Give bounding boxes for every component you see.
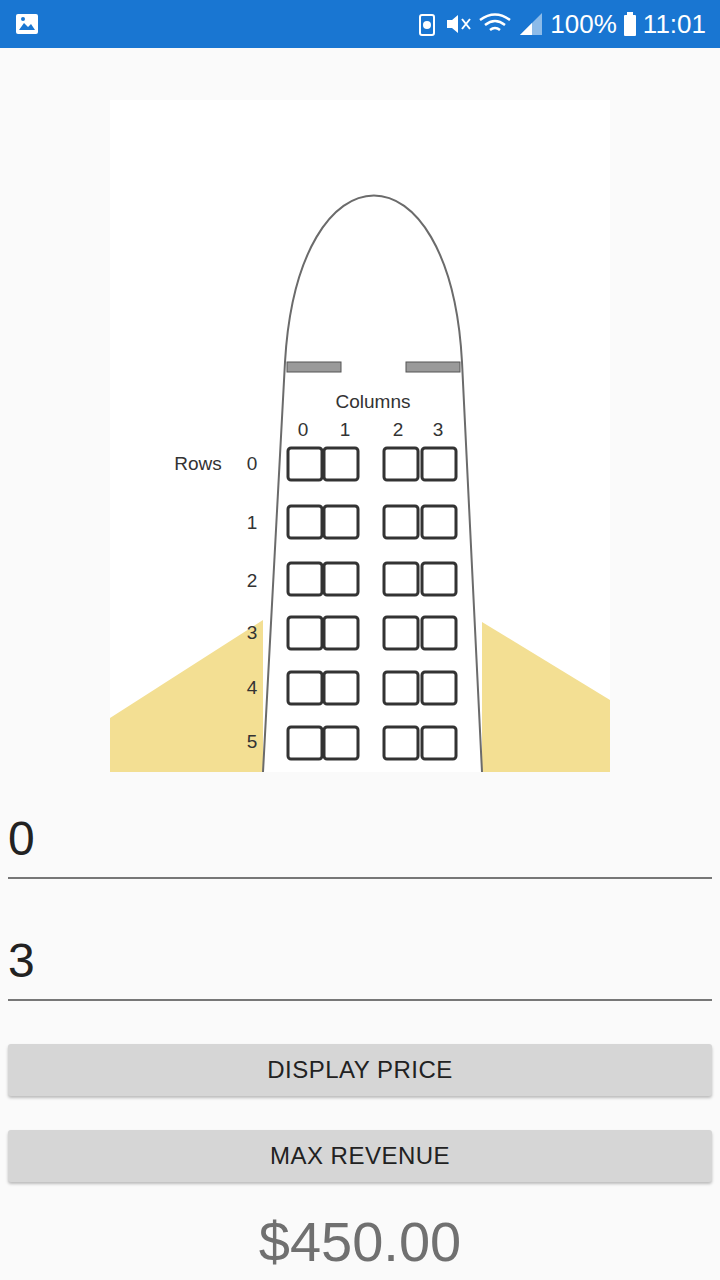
status-bar: 100% 11:01 [0, 0, 720, 48]
seat[interactable] [324, 506, 358, 538]
column-number: 2 [393, 419, 404, 440]
seat[interactable] [288, 448, 322, 480]
row-number: 4 [247, 677, 258, 698]
seat[interactable] [384, 672, 418, 704]
seat[interactable] [288, 617, 322, 649]
action-button[interactable]: MAX REVENUE [8, 1130, 712, 1182]
seat[interactable] [288, 506, 322, 538]
mute-icon [444, 11, 472, 37]
seat[interactable] [384, 563, 418, 595]
seat[interactable] [288, 563, 322, 595]
seat[interactable] [288, 672, 322, 704]
action-button[interactable]: DISPLAY PRICE [8, 1044, 712, 1096]
battery-text: 100% [550, 9, 617, 40]
number-field[interactable] [8, 790, 712, 879]
seat[interactable] [422, 563, 456, 595]
seat[interactable] [384, 727, 418, 759]
row-number: 2 [247, 570, 258, 591]
rows-label: Rows [174, 453, 222, 474]
right-door [406, 362, 460, 372]
seat[interactable] [384, 617, 418, 649]
seat[interactable] [422, 672, 456, 704]
seat[interactable] [422, 506, 456, 538]
battery-icon [623, 11, 637, 37]
row-number: 0 [247, 453, 258, 474]
column-number: 1 [340, 419, 351, 440]
seat[interactable] [324, 672, 358, 704]
gallery-icon [14, 11, 40, 37]
seat-map: Columns 0 1 2 3 Rows 0 1 2 3 4 5 [110, 100, 610, 772]
row-number: 5 [247, 731, 258, 752]
clock: 11:01 [643, 9, 706, 40]
left-door [287, 362, 341, 372]
seat[interactable] [324, 727, 358, 759]
wifi-icon [478, 11, 512, 37]
column-number: 3 [433, 419, 444, 440]
screen: 100% 11:01 Columns 0 1 2 3 Rows 0 1 2 3 4 5 DISPLAY PR… [0, 0, 720, 1280]
right-wing [482, 622, 610, 772]
battery-saver-icon [416, 11, 438, 37]
number-field[interactable] [8, 912, 712, 1001]
signal-icon [518, 11, 544, 37]
columns-label: Columns [336, 391, 411, 412]
seat[interactable] [324, 448, 358, 480]
fuselage [263, 196, 482, 773]
column-number: 0 [298, 419, 309, 440]
seat[interactable] [324, 617, 358, 649]
price-text: $450.00 [0, 1210, 720, 1274]
seat[interactable] [384, 506, 418, 538]
seat[interactable] [422, 617, 456, 649]
seat[interactable] [288, 727, 322, 759]
seat[interactable] [384, 448, 418, 480]
seat[interactable] [422, 448, 456, 480]
seat[interactable] [422, 727, 456, 759]
left-wing [110, 620, 263, 772]
seat[interactable] [324, 563, 358, 595]
row-number: 3 [247, 622, 258, 643]
row-number: 1 [247, 512, 258, 533]
